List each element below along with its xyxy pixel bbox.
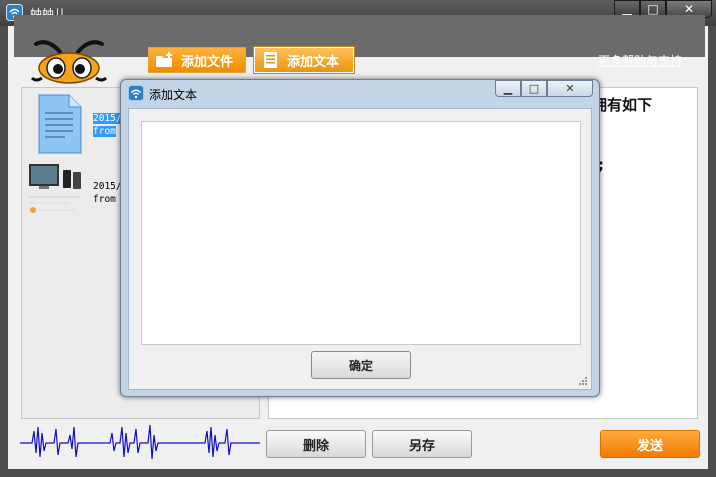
minimize-icon: ▁ xyxy=(503,82,513,95)
send-button[interactable]: 发送 xyxy=(600,430,700,458)
add-text-dialog[interactable]: 添加文本 ▁ □ ✕ 确定 xyxy=(120,79,600,397)
cricket-logo-icon xyxy=(30,40,108,84)
close-icon: ✕ xyxy=(683,2,695,16)
minimize-icon: ▁ xyxy=(622,2,632,16)
item-from: from xyxy=(93,126,116,137)
help-support-link[interactable]: 更多帮助与支持 xyxy=(598,52,682,69)
dialog-window-controls: ▁ □ ✕ xyxy=(495,80,593,97)
devices-image xyxy=(29,164,81,213)
app-logo-icon xyxy=(128,85,144,101)
item-date: 2015/ xyxy=(93,181,122,192)
waveform-visualizer xyxy=(20,424,260,460)
delete-label: 删除 xyxy=(302,438,329,454)
maximize-icon: □ xyxy=(647,2,659,16)
item-from: from xyxy=(93,194,116,205)
send-label: 发送 xyxy=(636,438,663,454)
ok-label: 确定 xyxy=(348,358,373,373)
ok-button[interactable]: 确定 xyxy=(311,351,411,379)
delete-button[interactable]: 删除 xyxy=(266,430,366,458)
text-input-area[interactable] xyxy=(141,121,581,345)
close-icon: ✕ xyxy=(565,82,575,95)
document-lines-icon xyxy=(264,52,277,68)
add-text-label: 添加文本 xyxy=(287,54,340,70)
add-folder-icon xyxy=(156,52,172,67)
dialog-title: 添加文本 xyxy=(149,88,198,102)
item-date: 2015/ xyxy=(93,113,122,124)
save-as-button[interactable]: 另存 xyxy=(372,430,472,458)
dialog-minimize-button[interactable]: ▁ xyxy=(495,80,521,97)
dialog-body: 确定 xyxy=(128,108,592,390)
resize-grip-icon[interactable] xyxy=(578,376,588,386)
dialog-close-button[interactable]: ✕ xyxy=(547,80,593,97)
top-toolbar xyxy=(14,15,705,57)
dialog-maximize-button[interactable]: □ xyxy=(521,80,547,97)
add-text-button[interactable]: 添加文本 xyxy=(253,46,355,74)
maximize-icon: □ xyxy=(528,82,540,95)
add-file-button[interactable]: 添加文件 xyxy=(148,47,246,73)
save-as-label: 另存 xyxy=(408,438,435,454)
document-icon xyxy=(38,94,82,154)
app-window: 蚰蚰儿 ▁ □ ✕ 添加文件 添加文本 更多帮助与支持 2015/ from 2… xyxy=(0,0,716,477)
add-file-label: 添加文件 xyxy=(181,54,234,70)
